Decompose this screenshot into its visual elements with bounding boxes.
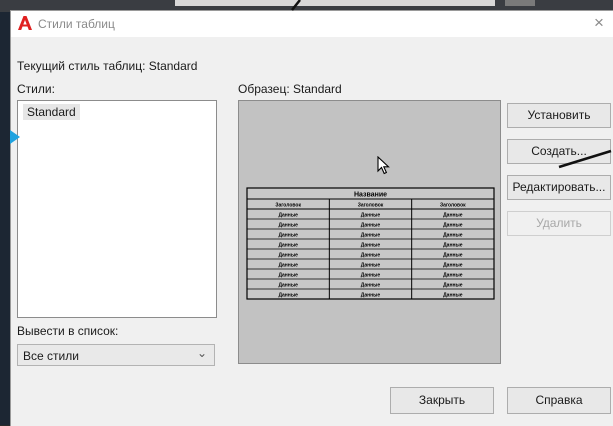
- chevron-down-icon: ⌄: [196, 346, 207, 360]
- list-filter-value: Все стили: [23, 349, 79, 363]
- annotation-line-icon: [558, 149, 612, 169]
- annotation-arrow-icon: [10, 130, 20, 144]
- preview-table-data-cell: Данные: [443, 233, 463, 239]
- preview-table-data-cell: Данные: [443, 293, 463, 299]
- annotation-line-top-icon: [291, 0, 301, 11]
- preview-table-data-cell: Данные: [361, 263, 381, 269]
- delete-button: Удалить: [507, 211, 611, 236]
- preview-table-data-cell: Данные: [278, 263, 298, 269]
- list-filter-select[interactable]: Все стили ⌄: [17, 344, 215, 366]
- preview-table: Название Заголовок Заголовок Заголовок Данны…: [246, 187, 495, 300]
- preview-table-data-cell: Данные: [278, 243, 298, 249]
- preview-table-data-cell: Данные: [443, 243, 463, 249]
- background-button: [505, 0, 535, 6]
- preview-table-data-cell: Данные: [361, 273, 381, 279]
- close-button[interactable]: Закрыть: [390, 387, 494, 414]
- preview-table-data-cell: Данные: [278, 223, 298, 229]
- preview-table-data-cell: Данные: [278, 293, 298, 299]
- preview-table-data-cell: Данные: [443, 263, 463, 269]
- preview-table-header-cell: Заголовок: [358, 203, 384, 209]
- style-item-standard[interactable]: Standard: [23, 104, 80, 120]
- preview-table-data-cell: Данные: [361, 293, 381, 299]
- preview-table-data-cell: Данные: [443, 213, 463, 219]
- preview-table-data-cell: Данные: [443, 283, 463, 289]
- preview-table-data-cell: Данные: [278, 273, 298, 279]
- preview-table-data-cell: Данные: [278, 253, 298, 259]
- preview-table-data-cell: Данные: [361, 223, 381, 229]
- autocad-logo-icon: [18, 16, 32, 30]
- preview-table-title: Название: [354, 192, 387, 199]
- styles-list[interactable]: Standard: [17, 100, 217, 318]
- title-bar: Стили таблиц ×: [11, 11, 613, 37]
- preview-label: Образец: Standard: [238, 82, 342, 96]
- modify-button[interactable]: Редактировать...: [507, 175, 611, 200]
- preview-table-data-cell: Данные: [443, 223, 463, 229]
- close-icon[interactable]: ×: [588, 12, 610, 34]
- background-toolbar: [175, 0, 495, 6]
- preview-table-data-cell: Данные: [361, 233, 381, 239]
- styles-label: Стили:: [17, 82, 55, 96]
- preview-table-data-cell: Данные: [443, 253, 463, 259]
- background-editor-edge: [0, 12, 10, 425]
- preview-table-header-cell: Заголовок: [275, 203, 301, 209]
- preview-table-data-cell: Данные: [361, 253, 381, 259]
- set-current-button[interactable]: Установить: [507, 103, 611, 128]
- help-button[interactable]: Справка: [507, 387, 611, 414]
- preview-table-data-cell: Данные: [361, 243, 381, 249]
- preview-pane: Название Заголовок Заголовок Заголовок Данны…: [238, 100, 501, 364]
- preview-table-data-cell: Данные: [361, 283, 381, 289]
- list-filter-label: Вывести в список:: [17, 324, 119, 338]
- preview-table-data-cell: Данные: [361, 213, 381, 219]
- current-style-label: Текущий стиль таблиц: Standard: [17, 59, 198, 73]
- table-styles-dialog: Стили таблиц × Текущий стиль таблиц: Sta…: [10, 10, 613, 426]
- preview-table-data-cell: Данные: [443, 273, 463, 279]
- preview-table-data-cell: Данные: [278, 233, 298, 239]
- preview-table-data-cell: Данные: [278, 283, 298, 289]
- preview-table-header-cell: Заголовок: [440, 203, 466, 209]
- dialog-title: Стили таблиц: [38, 17, 115, 31]
- preview-table-data-cell: Данные: [278, 213, 298, 219]
